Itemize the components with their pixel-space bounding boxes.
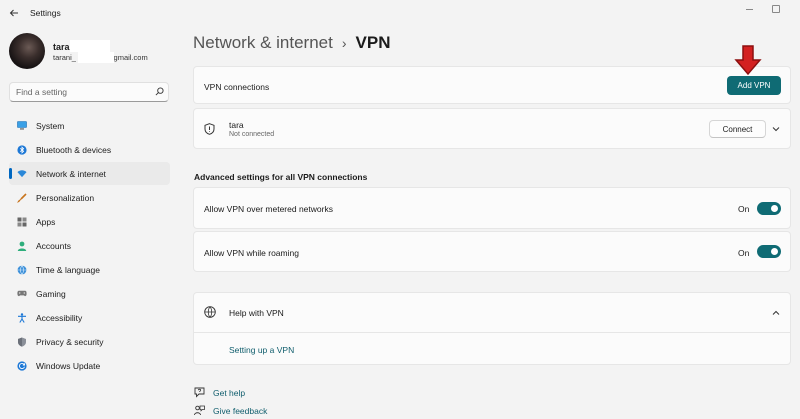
update-icon <box>17 360 27 371</box>
search-box[interactable] <box>9 82 169 102</box>
sidebar-item-label: Bluetooth & devices <box>36 144 112 155</box>
bluetooth-icon <box>17 144 27 155</box>
vpn-connections-card: VPN connections <box>193 66 791 104</box>
sidebar-item-label: System <box>36 120 65 131</box>
chevron-up-icon[interactable] <box>771 308 781 318</box>
help-title: Help with VPN <box>229 308 284 318</box>
sidebar-item-personalization[interactable]: Personalization <box>9 186 170 209</box>
feedback-icon <box>194 405 205 416</box>
sidebar-item-label: Privacy & security <box>36 336 104 347</box>
redaction-box <box>78 52 114 63</box>
sidebar-item-label: Apps <box>36 216 56 227</box>
sidebar-item-label: Gaming <box>36 288 66 299</box>
avatar[interactable] <box>9 33 45 69</box>
monitor-icon <box>17 121 27 131</box>
breadcrumb-parent[interactable]: Network & internet <box>193 33 333 53</box>
search-input[interactable] <box>16 87 146 97</box>
search-icon[interactable] <box>155 87 164 96</box>
sidebar-item-gaming[interactable]: Gaming <box>9 282 170 305</box>
sidebar-item-system[interactable]: System <box>9 114 170 137</box>
back-button[interactable] <box>6 5 22 21</box>
sidebar-item-label: Network & internet <box>36 168 106 179</box>
apps-icon <box>17 217 27 227</box>
sidebar-item-privacy-security[interactable]: Privacy & security <box>9 330 170 353</box>
annotation-arrow-icon <box>734 45 762 76</box>
breadcrumb: Network & internet › VPN <box>193 33 390 53</box>
vpn-entry-name: tara <box>229 120 244 130</box>
setting-row-metered: Allow VPN over metered networks <box>193 187 791 229</box>
page-title: VPN <box>355 33 391 52</box>
sidebar-item-label: Windows Update <box>36 360 101 371</box>
title-bar: Settings <box>0 0 800 26</box>
vpn-entry-status: Not connected <box>229 131 275 138</box>
user-email-prefix: tarani_ <box>53 53 76 62</box>
toggle-metered[interactable] <box>757 202 781 215</box>
sidebar-item-label: Accessibility <box>36 312 83 323</box>
sidebar-item-label: Accounts <box>36 240 71 251</box>
add-vpn-button[interactable]: Add VPN <box>727 76 781 95</box>
redaction-box <box>70 40 110 52</box>
help-header[interactable]: Help with VPN <box>194 293 790 333</box>
vpn-shield-icon <box>204 123 215 135</box>
get-help-icon <box>194 387 205 398</box>
give-feedback-link[interactable]: Give feedback <box>213 406 267 416</box>
vpn-entry-card[interactable]: tara Not connected <box>193 108 791 149</box>
chevron-down-icon[interactable] <box>771 124 781 134</box>
sidebar-item-label: Personalization <box>36 192 95 203</box>
maximize-button[interactable] <box>771 4 781 14</box>
breadcrumb-separator: › <box>341 35 347 51</box>
toggle-state-roaming: On <box>738 248 750 258</box>
brush-icon <box>17 192 27 203</box>
sidebar-item-accounts[interactable]: Accounts <box>9 234 170 257</box>
back-arrow-icon <box>9 9 18 17</box>
setting-label-metered: Allow VPN over metered networks <box>204 204 333 214</box>
accessibility-icon <box>17 312 27 323</box>
person-icon <box>17 241 27 251</box>
minimize-button[interactable] <box>745 4 755 14</box>
globe-clock-icon <box>17 264 27 275</box>
setting-label-roaming: Allow VPN while roaming <box>204 248 299 258</box>
sidebar: System Bluetooth & devices Network & int… <box>9 114 170 378</box>
get-help-link[interactable]: Get help <box>213 388 245 398</box>
advanced-settings-heading: Advanced settings for all VPN connection… <box>194 172 368 182</box>
sidebar-item-windows-update[interactable]: Windows Update <box>9 354 170 377</box>
sidebar-item-label: Time & language <box>36 264 100 275</box>
sidebar-item-apps[interactable]: Apps <box>9 210 170 233</box>
gamepad-icon <box>17 289 27 299</box>
sidebar-item-bluetooth[interactable]: Bluetooth & devices <box>9 138 170 161</box>
toggle-state-metered: On <box>738 204 750 214</box>
setting-up-vpn-link[interactable]: Setting up a VPN <box>229 345 294 355</box>
shield-icon <box>17 337 27 347</box>
wifi-icon <box>17 169 27 179</box>
globe-icon <box>204 306 216 318</box>
sidebar-item-accessibility[interactable]: Accessibility <box>9 306 170 329</box>
sidebar-item-network[interactable]: Network & internet <box>9 162 170 185</box>
sidebar-item-time-language[interactable]: Time & language <box>9 258 170 281</box>
setting-row-roaming: Allow VPN while roaming <box>193 231 791 272</box>
vpn-connections-label: VPN connections <box>204 82 270 92</box>
toggle-roaming[interactable] <box>757 245 781 258</box>
app-title: Settings <box>30 8 61 18</box>
connect-button[interactable]: Connect <box>709 120 766 138</box>
